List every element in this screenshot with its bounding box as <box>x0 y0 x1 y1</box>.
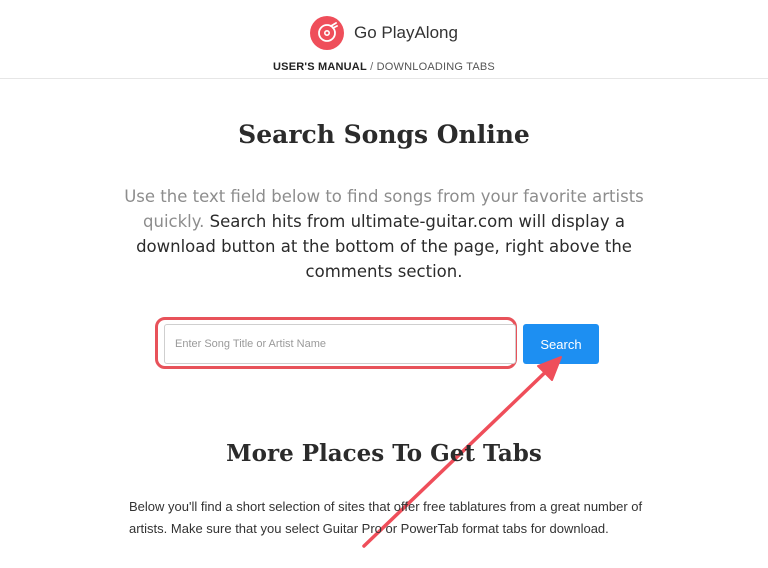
breadcrumb-current: DOWNLOADING TABS <box>376 61 495 73</box>
section-paragraph: Below you'll find a short selection of s… <box>129 499 643 536</box>
intro-text: Use the text field below to find songs f… <box>124 184 644 284</box>
page-title: Search Songs Online <box>238 120 530 149</box>
annotation-arrow <box>362 356 562 548</box>
brand-name: Go PlayAlong <box>354 23 458 42</box>
play-along-logo-icon <box>310 16 344 50</box>
search-input[interactable] <box>164 324 516 364</box>
section-title: More Places To Get Tabs <box>226 440 542 467</box>
breadcrumb: USER'S MANUAL / DOWNLOADING TABS <box>0 61 768 73</box>
intro-main-text: Search hits from ultimate-guitar.com wil… <box>136 212 632 281</box>
brand-link[interactable]: Go PlayAlong <box>310 15 458 51</box>
search-button[interactable]: Search <box>523 324 599 364</box>
breadcrumb-section[interactable]: USER'S MANUAL <box>273 61 367 73</box>
site-header: Go PlayAlong USER'S MANUAL / DOWNLOADING… <box>0 0 768 79</box>
breadcrumb-separator: / <box>366 61 377 73</box>
